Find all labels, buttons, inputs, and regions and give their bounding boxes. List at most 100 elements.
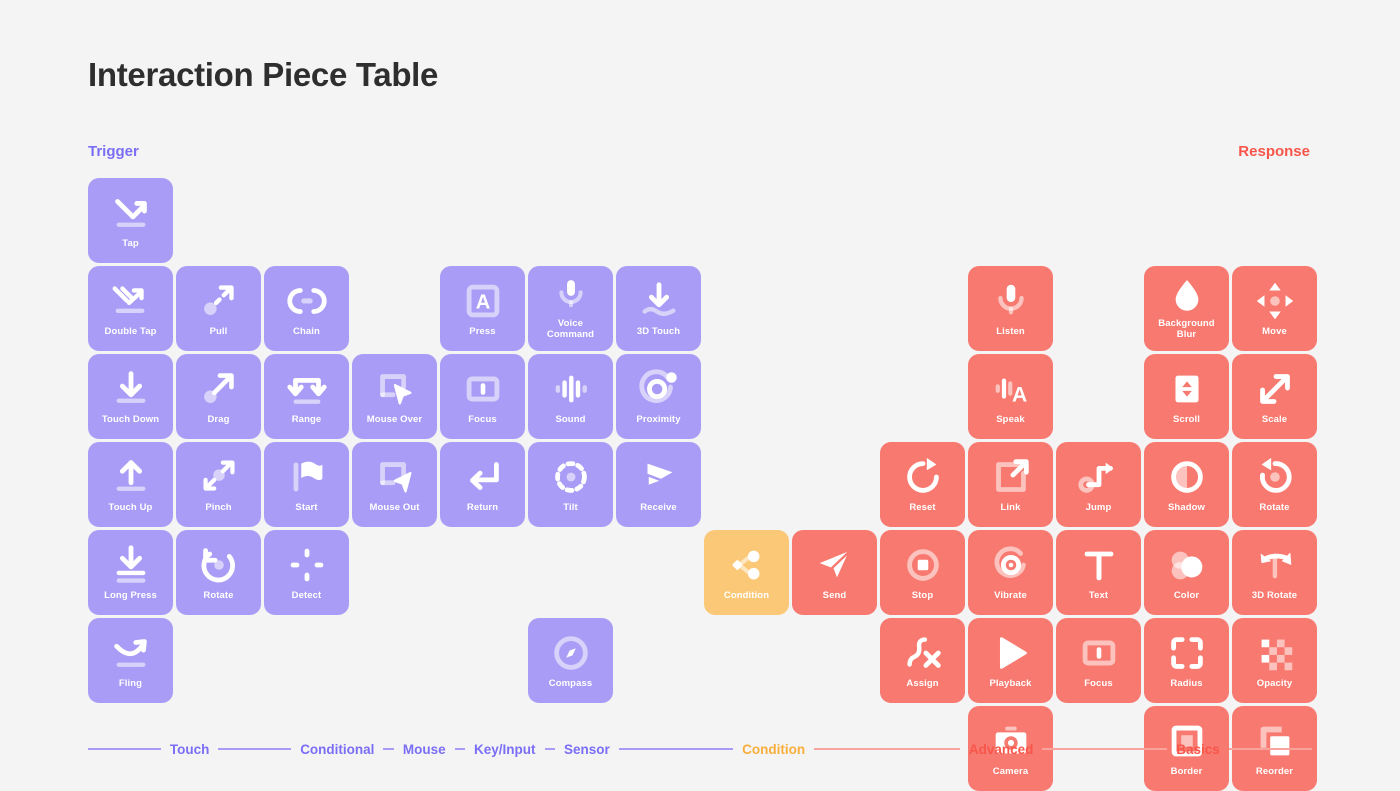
piece-tile-double-tap[interactable]: Double Tap [88,266,173,351]
voice-command-icon [550,274,592,316]
piece-tile-label: Radius [1170,678,1203,689]
piece-tile-receive[interactable]: Receive [616,442,701,527]
compass-icon [548,630,594,676]
legend-rule [618,748,734,750]
piece-tile-touch-up[interactable]: Touch Up [88,442,173,527]
piece-tile-label: Chain [293,326,320,337]
piece-tile-label: Listen [996,326,1025,337]
piece-tile-color[interactable]: Color [1144,530,1229,615]
piece-tile-proximity[interactable]: Proximity [616,354,701,439]
piece-tile-label: Scale [1261,414,1288,425]
piece-tile-label: Focus [468,414,497,425]
piece-tile-long-press[interactable]: Long Press [88,530,173,615]
piece-tile-reset[interactable]: Reset [880,442,965,527]
color-icon [1164,542,1210,588]
piece-tile-3d-rotate[interactable]: 3D Rotate [1232,530,1317,615]
piece-tile-text[interactable]: Text [1056,530,1141,615]
svg-text:A: A [1012,383,1027,406]
piece-tile-stop[interactable]: Stop [880,530,965,615]
piece-tile-listen[interactable]: Listen [968,266,1053,351]
piece-tile-scroll[interactable]: Scroll [1144,354,1229,439]
piece-tile-label: Playback [989,678,1032,689]
piece-tile-opacity[interactable]: Opacity [1232,618,1317,703]
piece-tile-mouse-over[interactable]: Mouse Over [352,354,437,439]
move-icon [1252,278,1298,324]
piece-tile-move[interactable]: Move [1232,266,1317,351]
press-icon: A [460,278,506,324]
piece-tile-start[interactable]: Start [264,442,349,527]
piece-tile-tilt[interactable]: Tilt [528,442,613,527]
stop-icon [900,542,946,588]
piece-tile-label: Double Tap [104,326,157,337]
piece-tile-vibrate[interactable]: Vibrate [968,530,1053,615]
piece-tile-compass[interactable]: Compass [528,618,613,703]
tap-icon [108,190,154,236]
legend-label-basics: Basics [1176,741,1220,757]
piece-tile-drag[interactable]: Drag [176,354,261,439]
3d-rotate-icon [1252,542,1298,588]
piece-tile-label: Compass [548,678,593,689]
piece-tile-fling[interactable]: Fling [88,618,173,703]
piece-tile-label: Press [469,326,496,337]
piece-tile-touch-down[interactable]: Touch Down [88,354,173,439]
assign-icon [900,630,946,676]
piece-tile-scale[interactable]: Scale [1232,354,1317,439]
playback-icon [988,630,1034,676]
piece-tile-assign[interactable]: Assign [880,618,965,703]
piece-tile-shadow[interactable]: Shadow [1144,442,1229,527]
piece-tile-label: Link [1000,502,1021,513]
piece-tile-background-blur[interactable]: Background Blur [1144,266,1229,351]
piece-tile-rotate[interactable]: Rotate [176,530,261,615]
piece-tile-label: Fling [118,678,143,689]
jump-icon [1076,454,1122,500]
piece-tile-chain[interactable]: Chain [264,266,349,351]
piece-tile-voice-command[interactable]: Voice Command [528,266,613,351]
legend: Touch Conditional Mouse Key/Input Sensor Cond… [88,738,1312,760]
piece-tile-label: Pull [209,326,228,337]
chain-icon [284,278,330,324]
piece-tile-link[interactable]: Link [968,442,1053,527]
pinch-icon [196,454,242,500]
touch-down-icon [108,366,154,412]
legend-rule [88,748,161,750]
piece-tile-focus[interactable]: Focus [440,354,525,439]
focus-icon [460,366,506,412]
piece-tile-detect[interactable]: Detect [264,530,349,615]
legend-label-mouse: Mouse [402,741,446,757]
piece-tile-pinch[interactable]: Pinch [176,442,261,527]
piece-tile-mouse-out[interactable]: Mouse Out [352,442,437,527]
piece-tile-pull[interactable]: Pull [176,266,261,351]
radius-icon [1164,630,1210,676]
piece-tile-label: 3D Touch [636,326,681,337]
return-icon [460,454,506,500]
piece-tile-return[interactable]: Return [440,442,525,527]
piece-tile-send[interactable]: Send [792,530,877,615]
piece-tile-radius[interactable]: Radius [1144,618,1229,703]
piece-tile-3d-touch[interactable]: 3D Touch [616,266,701,351]
piece-tile-jump[interactable]: Jump [1056,442,1141,527]
legend-label-condition: Condition [742,741,806,757]
3d-touch-icon [636,278,682,324]
piece-tile-label: Border [1170,766,1203,777]
piece-tile-label: Focus [1084,678,1113,689]
piece-tile-press[interactable]: A Press [440,266,525,351]
legend-rule [454,748,466,750]
piece-tile-condition[interactable]: Condition [704,530,789,615]
send-icon [812,542,858,588]
range-icon [284,366,330,412]
piece-tile-label: Scroll [1173,414,1200,425]
piece-tile-range[interactable]: Range [264,354,349,439]
piece-tile-playback[interactable]: Playback [968,618,1053,703]
piece-tile-label: Mouse Out [369,502,420,513]
drag-icon [196,366,242,412]
piece-tile-tap[interactable]: Tap [88,178,173,263]
piece-tile-speak[interactable]: A Speak [968,354,1053,439]
double-tap-icon [108,278,154,324]
condition-icon [724,542,770,588]
piece-tile-focus[interactable]: Focus [1056,618,1141,703]
legend-rule [218,748,292,750]
piece-tile-label: Condition [723,590,770,601]
piece-tile-sound[interactable]: Sound [528,354,613,439]
rotate-basics-icon [1252,454,1298,500]
piece-tile-rotate[interactable]: Rotate [1232,442,1317,527]
